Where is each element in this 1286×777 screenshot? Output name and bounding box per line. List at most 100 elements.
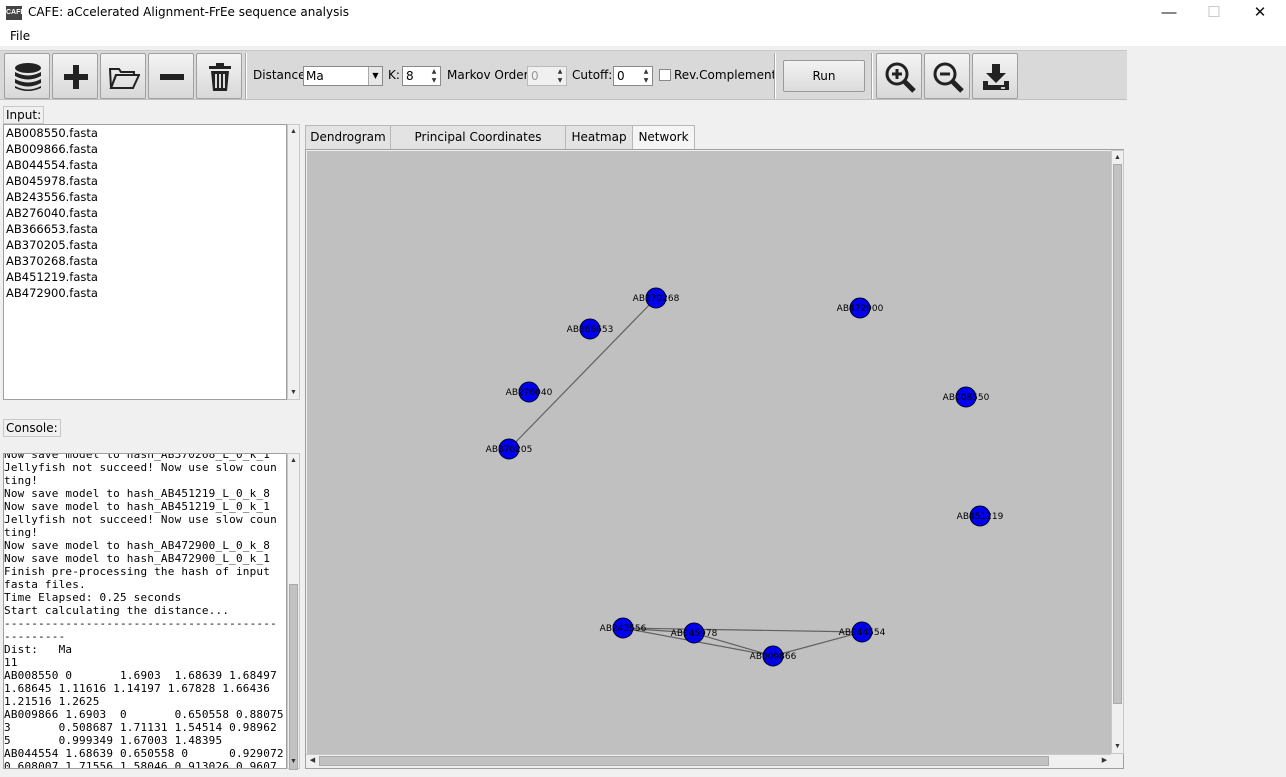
minus-icon [160, 74, 184, 80]
spin-down-icon[interactable]: ▼ [640, 76, 652, 85]
zoom-out-button[interactable] [924, 53, 970, 99]
tab-network[interactable]: Network [632, 125, 695, 150]
scroll-up-icon[interactable]: ▲ [288, 454, 299, 467]
console-output[interactable]: Now save model to hash_AB370268_L_0_k_1 … [3, 453, 287, 769]
tab-heatmap[interactable]: Heatmap [565, 125, 633, 149]
toolbar: Distance: Ma ▼ K: 8 ▲ ▼ Markov Order: 0 … [0, 50, 1127, 100]
close-button[interactable]: ✕ [1237, 0, 1283, 26]
network-node-label: AB008550 [943, 393, 990, 403]
open-folder-icon [108, 68, 140, 89]
scroll-down-icon[interactable]: ▼ [288, 386, 299, 399]
list-item[interactable]: AB243556.fasta [4, 189, 286, 205]
load-database-button[interactable] [4, 53, 50, 99]
window-title: CAFE: aCcelerated Alignment-FrEe sequenc… [28, 5, 349, 19]
toolbar-separator [871, 53, 873, 99]
list-item[interactable]: AB370268.fasta [4, 253, 286, 269]
network-panel: AB370268 AB366653 AB472900 AB276040 AB008550… [305, 149, 1124, 769]
rev-complement-checkbox[interactable] [659, 69, 671, 81]
open-folder-button[interactable] [100, 53, 146, 99]
markov-order-spinner[interactable]: 0 ▲ ▼ [527, 66, 567, 86]
markov-order-label: Markov Order: [447, 68, 533, 82]
minimize-button[interactable]: — [1146, 0, 1192, 26]
database-icon [15, 63, 41, 91]
cutoff-spinner[interactable]: 0 ▲ ▼ [613, 66, 653, 86]
list-item[interactable]: AB008550.fasta [4, 125, 286, 141]
menu-bar: File [0, 26, 1286, 46]
cutoff-label: Cutoff: [572, 68, 613, 82]
network-node-label: AB243556 [600, 624, 647, 634]
chevron-down-icon: ▼ [368, 67, 382, 85]
network-edge [508, 297, 657, 450]
network-node-label: AB472900 [837, 304, 884, 314]
list-item[interactable]: AB366653.fasta [4, 221, 286, 237]
download-icon [983, 64, 1009, 90]
tab-principal-coordinates-analysis[interactable]: Principal Coordinates Analysis [390, 125, 566, 167]
k-value: 8 [406, 69, 414, 83]
input-label: Input: [3, 106, 45, 124]
input-scrollbar[interactable]: ▲ ▼ [287, 124, 300, 400]
console-scrollbar[interactable]: ▲ ▼ [287, 453, 300, 770]
app-logo-icon: CAFE [6, 6, 25, 20]
zoom-out-icon [933, 62, 964, 93]
scroll-up-icon[interactable]: ▲ [1112, 151, 1123, 164]
add-file-button[interactable] [52, 53, 98, 99]
network-node-label: AB276040 [506, 388, 553, 398]
toolbar-separator [774, 53, 776, 99]
title-bar: CAFE CAFE: aCcelerated Alignment-FrEe se… [0, 0, 1286, 26]
canvas-vertical-scrollbar[interactable]: ▲ ▼ [1111, 150, 1124, 754]
canvas-hscroll-thumb[interactable] [319, 756, 1049, 766]
console-scroll-thumb[interactable] [289, 584, 298, 770]
trash-icon [209, 63, 231, 91]
zoom-in-button[interactable] [876, 53, 922, 99]
network-canvas[interactable]: AB370268 AB366653 AB472900 AB276040 AB008550… [307, 151, 1111, 754]
network-node-label: AB370205 [486, 445, 533, 455]
console-text: Now save model to hash_AB370268_L_0_k_1 … [4, 453, 284, 769]
tab-dendrogram[interactable]: Dendrogram [305, 125, 391, 149]
markov-order-value: 0 [531, 69, 539, 83]
list-item[interactable]: AB009866.fasta [4, 141, 286, 157]
console-label: Console: [3, 419, 61, 437]
spin-up-icon[interactable]: ▲ [554, 67, 566, 76]
scroll-right-icon[interactable]: ▶ [1098, 755, 1111, 767]
zoom-in-icon [885, 62, 916, 93]
remove-file-button[interactable] [148, 53, 194, 99]
plus-icon [64, 65, 88, 89]
toolbar-separator [245, 53, 247, 99]
list-item[interactable]: AB045978.fasta [4, 173, 286, 189]
list-item[interactable]: AB044554.fasta [4, 157, 286, 173]
scroll-down-icon[interactable]: ▼ [1112, 740, 1123, 753]
rev-complement-label: Rev.Complement [674, 68, 777, 82]
network-node-label: AB451219 [957, 512, 1004, 522]
list-item[interactable]: AB276040.fasta [4, 205, 286, 221]
scroll-left-icon[interactable]: ◀ [306, 755, 319, 767]
list-item[interactable]: AB472900.fasta [4, 285, 286, 301]
input-file-list[interactable]: AB008550.fasta AB009866.fasta AB044554.fas… [3, 124, 287, 400]
scroll-up-icon[interactable]: ▲ [288, 125, 299, 138]
canvas-horizontal-scrollbar[interactable]: ◀ ▶ [306, 754, 1111, 767]
k-label: K: [388, 68, 400, 82]
spin-up-icon[interactable]: ▲ [428, 67, 440, 76]
cutoff-value: 0 [617, 69, 625, 83]
canvas-vscroll-thumb[interactable] [1113, 164, 1122, 704]
distance-select[interactable]: Ma ▼ [303, 66, 383, 86]
maximize-button[interactable]: ☐ [1191, 0, 1237, 26]
k-spinner[interactable]: 8 ▲ ▼ [402, 66, 441, 86]
spin-down-icon[interactable]: ▼ [428, 76, 440, 85]
list-item[interactable]: AB370205.fasta [4, 237, 286, 253]
spin-down-icon[interactable]: ▼ [554, 76, 566, 85]
network-node-label: AB009866 [750, 652, 797, 662]
spin-up-icon[interactable]: ▲ [640, 67, 652, 76]
network-node-label: AB044554 [839, 628, 886, 638]
distance-value: Ma [306, 69, 324, 83]
run-button[interactable]: Run [783, 60, 865, 92]
distance-label: Distance: [253, 68, 310, 82]
network-graph: AB370268 AB366653 AB472900 AB276040 AB008550… [486, 287, 1004, 667]
list-item[interactable]: AB451219.fasta [4, 269, 286, 285]
network-node-label: AB366653 [567, 325, 614, 335]
clear-all-button[interactable] [196, 53, 242, 99]
network-node-label: AB045978 [671, 629, 718, 639]
export-button[interactable] [972, 53, 1018, 99]
network-node-label: AB370268 [633, 294, 680, 304]
menu-file[interactable]: File [10, 29, 30, 43]
scroll-down-icon[interactable]: ▼ [288, 755, 299, 768]
